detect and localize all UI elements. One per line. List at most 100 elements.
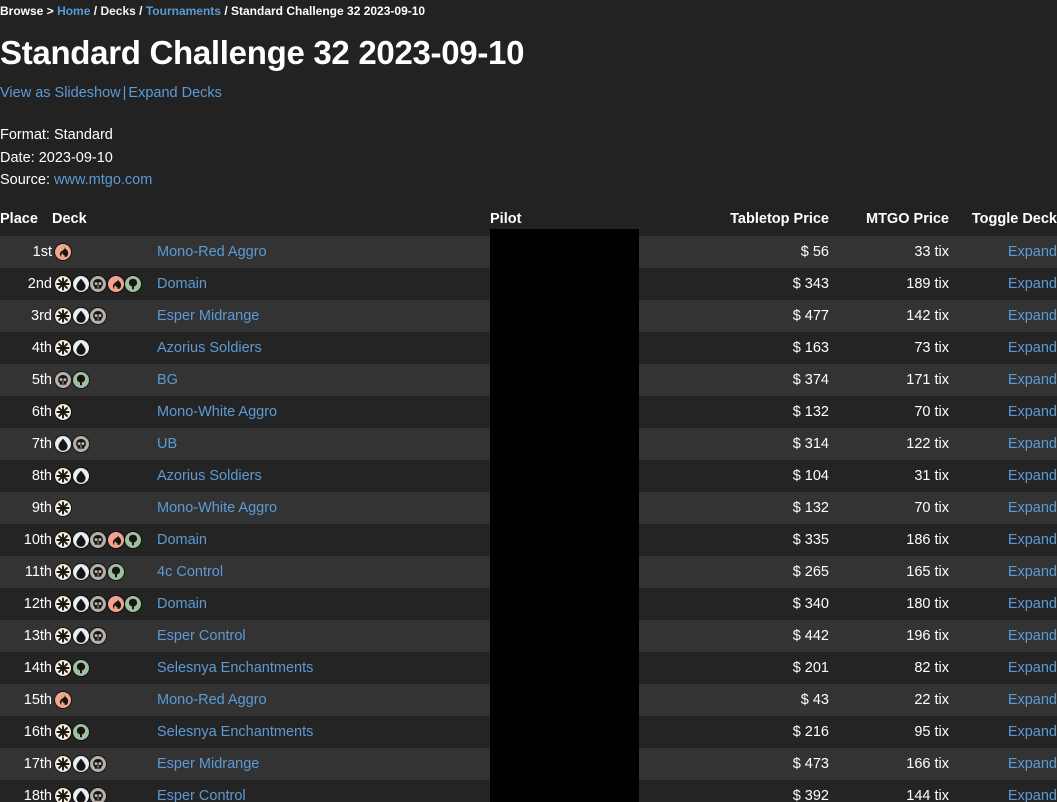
- cell-deck: Esper Midrange: [52, 300, 490, 332]
- expand-deck-link[interactable]: Expand: [1008, 276, 1057, 292]
- cell-place: 1st: [32, 243, 52, 260]
- mana-black-icon: [55, 371, 71, 388]
- column-header-toggle-deck[interactable]: Toggle Deck: [949, 205, 1057, 236]
- cell-deck: Esper Control: [52, 780, 490, 802]
- expand-deck-link[interactable]: Expand: [1008, 500, 1057, 516]
- deck-name-link[interactable]: UB: [157, 436, 177, 452]
- expand-deck-link[interactable]: Expand: [1008, 692, 1057, 708]
- meta-format-value: Standard: [53, 127, 113, 143]
- expand-deck-link[interactable]: Expand: [1008, 404, 1057, 420]
- deck-name-link[interactable]: Domain: [157, 596, 207, 612]
- cell-mtgo-price: 171 tix: [906, 371, 949, 388]
- mana-white-icon: [55, 563, 71, 580]
- cell-mtgo-price: 70 tix: [914, 403, 949, 420]
- cell-place: 9th: [31, 499, 52, 516]
- tournament-meta: Format: Standard Date: 2023-09-10 Source…: [0, 124, 1057, 192]
- view-as-slideshow-link[interactable]: View as Slideshow: [0, 85, 121, 101]
- expand-deck-link[interactable]: Expand: [1008, 436, 1057, 452]
- mana-blue-icon: [72, 339, 89, 356]
- breadcrumb-arrow: >: [46, 4, 54, 18]
- mana-red-icon: [107, 595, 124, 612]
- cell-mtgo-price: 70 tix: [914, 499, 949, 516]
- breadcrumb-item-tournaments[interactable]: Tournaments: [146, 4, 221, 18]
- cell-place: 11th: [24, 563, 52, 580]
- deck-name-link[interactable]: Azorius Soldiers: [157, 340, 262, 356]
- column-header-place[interactable]: Place: [0, 205, 52, 236]
- deck-name-link[interactable]: Mono-White Aggro: [157, 404, 277, 420]
- cell-deck: Mono-Red Aggro: [52, 236, 490, 268]
- mana-blue-icon: [55, 435, 71, 452]
- cell-toggle-deck: Expand: [949, 748, 1057, 780]
- expand-deck-link[interactable]: Expand: [1008, 244, 1057, 260]
- meta-date-row: Date: 2023-09-10: [0, 147, 1057, 170]
- mana-blue-icon: [72, 595, 89, 612]
- expand-deck-link[interactable]: Expand: [1008, 564, 1057, 580]
- mana-blue-icon: [72, 531, 89, 548]
- expand-deck-link[interactable]: Expand: [1008, 532, 1057, 548]
- mana-blue-icon: [72, 467, 89, 484]
- column-header-mtgo-price[interactable]: MTGO Price: [829, 205, 949, 236]
- deck-name-link[interactable]: Esper Control: [157, 788, 246, 802]
- mana-black-icon: [90, 275, 106, 292]
- deck-name-link[interactable]: 4c Control: [157, 564, 223, 580]
- mana-black-icon: [90, 755, 106, 772]
- deck-name-link[interactable]: BG: [157, 372, 178, 388]
- cell-mtgo-price: 196 tix: [906, 627, 949, 644]
- cell-deck: Azorius Soldiers: [52, 460, 490, 492]
- cell-place: 18th: [23, 787, 52, 802]
- deck-name-link[interactable]: Esper Control: [157, 628, 246, 644]
- deck-name-link[interactable]: Azorius Soldiers: [157, 468, 262, 484]
- deck-name-link[interactable]: Selesnya Enchantments: [157, 724, 313, 740]
- deck-color-identity: [52, 563, 157, 580]
- deck-color-identity: [52, 307, 157, 324]
- deck-name-link[interactable]: Domain: [157, 532, 207, 548]
- cell-tabletop-price: $ 132: [792, 499, 829, 516]
- deck-name-link[interactable]: Domain: [157, 276, 207, 292]
- expand-deck-link[interactable]: Expand: [1008, 756, 1057, 772]
- cell-tabletop-price: $ 477: [792, 307, 829, 324]
- cell-deck: Mono-White Aggro: [52, 492, 490, 524]
- expand-deck-link[interactable]: Expand: [1008, 660, 1057, 676]
- deck-name-link[interactable]: Esper Midrange: [157, 308, 259, 324]
- cell-mtgo-price: 82 tix: [914, 659, 949, 676]
- deck-name-link[interactable]: Selesnya Enchantments: [157, 660, 313, 676]
- deck-name-link[interactable]: Mono-Red Aggro: [157, 244, 267, 260]
- deck-name-link[interactable]: Mono-White Aggro: [157, 500, 277, 516]
- cell-tabletop-price: $ 340: [792, 595, 829, 612]
- cell-toggle-deck: Expand: [949, 364, 1057, 396]
- cell-mtgo-price: 33 tix: [914, 243, 949, 260]
- deck-color-identity: [52, 243, 157, 260]
- mana-white-icon: [55, 787, 71, 802]
- deck-color-identity: [52, 691, 157, 708]
- mana-blue-icon: [72, 755, 89, 772]
- mana-green-icon: [125, 275, 141, 292]
- expand-deck-link[interactable]: Expand: [1008, 596, 1057, 612]
- meta-source-label: Source:: [0, 172, 50, 188]
- expand-deck-link[interactable]: Expand: [1008, 308, 1057, 324]
- column-header-tabletop-price[interactable]: Tabletop Price: [695, 205, 829, 236]
- breadcrumb-item-home[interactable]: Home: [57, 4, 90, 18]
- expand-deck-link[interactable]: Expand: [1008, 788, 1057, 802]
- cell-tabletop-price: $ 335: [792, 531, 829, 548]
- cell-deck: Esper Control: [52, 620, 490, 652]
- expand-deck-link[interactable]: Expand: [1008, 628, 1057, 644]
- cell-mtgo-price: 144 tix: [906, 787, 949, 802]
- expand-deck-link[interactable]: Expand: [1008, 468, 1057, 484]
- column-header-deck[interactable]: Deck: [52, 205, 490, 236]
- meta-source-row: Source: www.mtgo.com: [0, 169, 1057, 192]
- deck-color-identity: [52, 275, 157, 292]
- cell-toggle-deck: Expand: [949, 492, 1057, 524]
- breadcrumb-item-decks: Decks: [100, 4, 136, 18]
- cell-deck: BG: [52, 364, 490, 396]
- deck-name-link[interactable]: Mono-Red Aggro: [157, 692, 267, 708]
- expand-deck-link[interactable]: Expand: [1008, 372, 1057, 388]
- expand-decks-link[interactable]: Expand Decks: [128, 85, 222, 101]
- meta-source-link[interactable]: www.mtgo.com: [54, 172, 152, 188]
- cell-deck: 4c Control: [52, 556, 490, 588]
- mana-red-icon: [107, 275, 124, 292]
- expand-deck-link[interactable]: Expand: [1008, 724, 1057, 740]
- cell-mtgo-price: 142 tix: [906, 307, 949, 324]
- cell-toggle-deck: Expand: [949, 556, 1057, 588]
- expand-deck-link[interactable]: Expand: [1008, 340, 1057, 356]
- deck-name-link[interactable]: Esper Midrange: [157, 756, 259, 772]
